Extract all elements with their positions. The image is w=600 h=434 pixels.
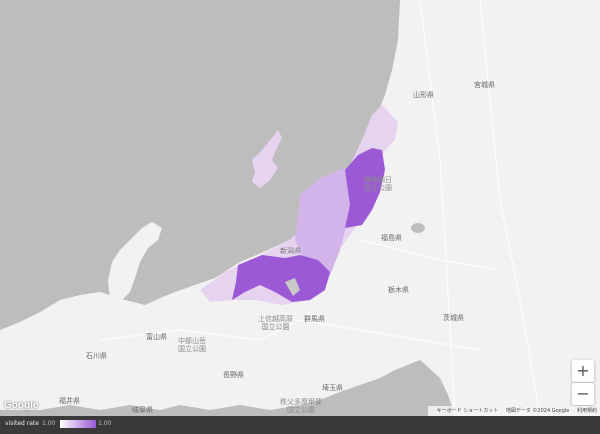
- label-gifu: 岐阜県: [132, 406, 153, 414]
- terms-link[interactable]: 利用規約: [577, 408, 597, 414]
- label-tochigi: 栃木県: [388, 286, 409, 294]
- label-ibaraki: 茨城県: [443, 314, 464, 322]
- legend-bar: visited rate 1.00 1.00: [0, 416, 600, 434]
- label-park-bandai: 磐梯朝日 国立公園: [364, 176, 392, 192]
- label-park-chubu: 中部山岳 国立公園: [178, 337, 206, 353]
- label-gunma: 群馬県: [304, 315, 325, 323]
- legend-min-value: 1.00: [42, 420, 56, 427]
- label-park-chichibu: 秩父多摩甲斐 国立公園: [280, 398, 322, 414]
- label-yamagata: 山形県: [413, 91, 434, 99]
- label-toyama: 富山県: [146, 333, 167, 341]
- attribution-bar: キーボード ショートカット 地図データ ©2024 Google 利用規約: [427, 406, 600, 416]
- label-ishikawa: 石川県: [86, 352, 107, 360]
- google-logo[interactable]: Google: [4, 400, 38, 411]
- zoom-in-button[interactable]: +: [572, 360, 594, 382]
- label-niigata: 新潟県: [280, 247, 301, 255]
- legend-max-value: 1.00: [98, 420, 112, 427]
- map-data-link[interactable]: 地図データ ©2024 Google: [506, 408, 570, 414]
- label-nagano: 長野県: [223, 371, 244, 379]
- keyboard-shortcuts-link[interactable]: キーボード ショートカット: [437, 408, 499, 414]
- label-fukushima: 福島県: [381, 234, 402, 242]
- legend-gradient: [60, 420, 96, 428]
- legend-title: visited rate: [5, 420, 39, 427]
- lake-inawashiro: [411, 223, 425, 233]
- label-fukui: 福井県: [59, 397, 80, 405]
- label-saitama: 埼玉県: [322, 384, 343, 392]
- zoom-out-button[interactable]: −: [572, 383, 594, 405]
- label-miyagi: 宮城県: [474, 81, 495, 89]
- label-park-joshinetsu: 上信越高原 国立公園: [258, 315, 293, 331]
